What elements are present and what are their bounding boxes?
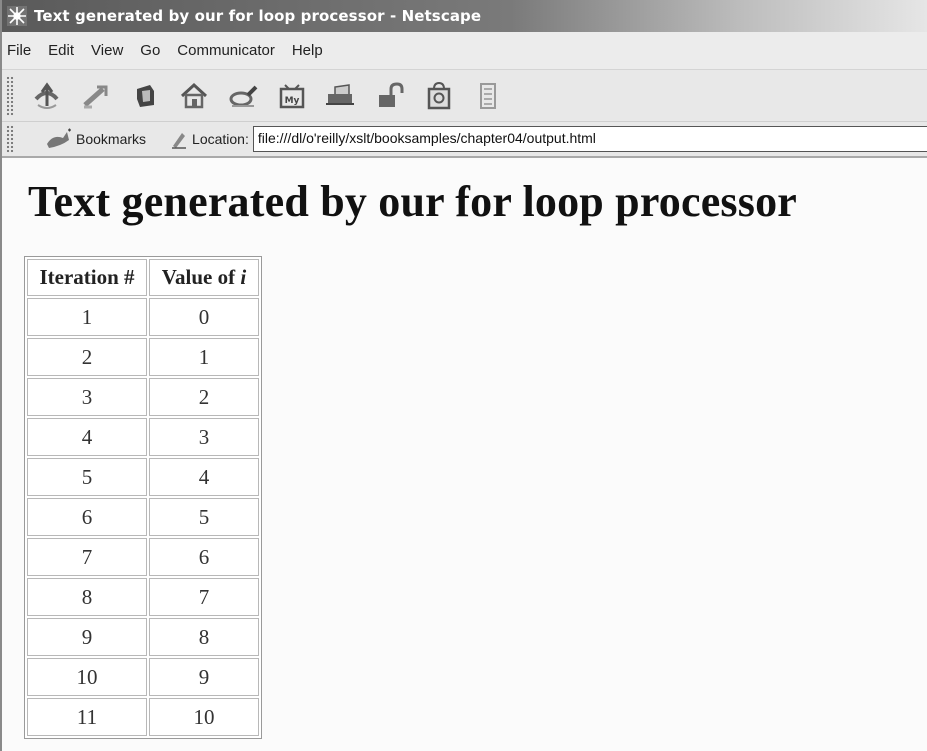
- print-icon: [326, 83, 354, 105]
- netscape-app-icon[interactable]: [6, 5, 28, 27]
- table-row: 10: [27, 298, 259, 336]
- table-row: 65: [27, 498, 259, 536]
- menu-communicator[interactable]: Communicator: [176, 40, 276, 61]
- iteration-cell: 4: [27, 418, 147, 456]
- iteration-cell: 3: [27, 378, 147, 416]
- table-header-row: Iteration # Value of i: [27, 259, 259, 296]
- iteration-cell: 11: [27, 698, 147, 736]
- menu-edit[interactable]: Edit: [47, 40, 75, 61]
- svg-text:My: My: [285, 96, 300, 106]
- value-cell: 7: [149, 578, 259, 616]
- table-row: 21: [27, 338, 259, 376]
- menu-file[interactable]: File: [6, 40, 32, 61]
- value-cell: 6: [149, 538, 259, 576]
- home-icon: [180, 82, 208, 108]
- forward-button[interactable]: [77, 76, 115, 116]
- bookmarks-icon: [47, 128, 71, 148]
- value-cell: 5: [149, 498, 259, 536]
- title-bar[interactable]: Text generated by our for loop processor…: [2, 0, 927, 32]
- shop-button[interactable]: [420, 76, 458, 116]
- stop-icon: [480, 82, 496, 109]
- stop-button[interactable]: [469, 76, 507, 116]
- table-row: 76: [27, 538, 259, 576]
- table-row: 10 9: [27, 658, 259, 696]
- my-netscape-icon: My: [279, 83, 305, 108]
- iteration-cell: 10: [27, 658, 147, 696]
- value-cell: 10: [149, 698, 259, 736]
- header-value: Value of i: [149, 259, 259, 296]
- bookmarks-button[interactable]: [44, 127, 74, 151]
- location-label: Location:: [192, 131, 249, 147]
- search-button[interactable]: [224, 76, 262, 116]
- bookmarks-label[interactable]: Bookmarks: [76, 131, 146, 147]
- table-row: 32: [27, 378, 259, 416]
- forward-icon: [83, 85, 108, 108]
- shop-icon: [427, 81, 451, 109]
- table-row: 98: [27, 618, 259, 656]
- table-row: 54: [27, 458, 259, 496]
- toolbar-grip[interactable]: [6, 75, 14, 116]
- iteration-cell: 1: [27, 298, 147, 336]
- value-cell: 3: [149, 418, 259, 456]
- back-icon: [34, 81, 59, 109]
- reload-icon: [137, 84, 154, 107]
- menu-view[interactable]: View: [90, 40, 124, 61]
- security-button[interactable]: [371, 76, 409, 116]
- browser-window: Text generated by our for loop processor…: [0, 0, 927, 751]
- header-iteration: Iteration #: [27, 259, 147, 296]
- security-icon: [379, 81, 404, 107]
- window-title: Text generated by our for loop processor…: [34, 7, 482, 25]
- menu-go[interactable]: Go: [139, 40, 161, 61]
- value-cell: 4: [149, 458, 259, 496]
- search-icon: [229, 85, 258, 107]
- value-cell: 1: [149, 338, 259, 376]
- menu-help[interactable]: Help: [291, 40, 324, 61]
- page-content: Text generated by our for loop processor…: [2, 158, 927, 751]
- print-button[interactable]: [322, 76, 360, 116]
- iteration-table: Iteration # Value of i 10 21 32 43 54 65…: [24, 256, 262, 739]
- value-cell: 9: [149, 658, 259, 696]
- location-icon: [172, 133, 187, 149]
- url-field[interactable]: file:///dl/o'reilly/xslt/booksamples/cha…: [252, 126, 927, 152]
- iteration-cell: 8: [27, 578, 147, 616]
- iteration-cell: 2: [27, 338, 147, 376]
- navigation-toolbar: My: [2, 70, 927, 122]
- value-cell: 0: [149, 298, 259, 336]
- table-row: 87: [27, 578, 259, 616]
- back-button[interactable]: [28, 76, 66, 116]
- value-cell: 8: [149, 618, 259, 656]
- reload-button[interactable]: [126, 76, 164, 116]
- menu-bar: File Edit View Go Communicator Help: [2, 32, 927, 70]
- header-value-prefix: Value of: [161, 265, 241, 289]
- iteration-cell: 9: [27, 618, 147, 656]
- value-cell: 2: [149, 378, 259, 416]
- home-button[interactable]: [175, 76, 213, 116]
- page-proxy-icon[interactable]: [170, 128, 188, 150]
- iteration-cell: 6: [27, 498, 147, 536]
- table-row: 43: [27, 418, 259, 456]
- location-toolbar-grip[interactable]: [6, 125, 14, 153]
- iteration-cell: 7: [27, 538, 147, 576]
- table-row: 11 10: [27, 698, 259, 736]
- page-heading: Text generated by our for loop processor: [28, 177, 797, 226]
- iteration-cell: 5: [27, 458, 147, 496]
- location-toolbar: Bookmarks Location: file:///dl/o'reilly/…: [2, 122, 927, 158]
- header-value-var: i: [240, 265, 247, 289]
- my-netscape-button[interactable]: My: [273, 76, 311, 116]
